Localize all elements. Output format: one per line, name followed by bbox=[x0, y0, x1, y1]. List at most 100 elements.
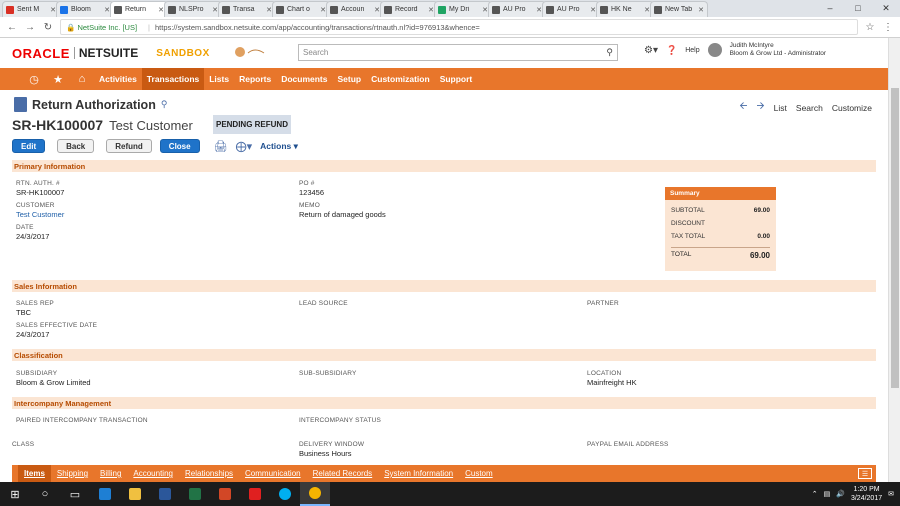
subtab-shipping[interactable]: Shipping bbox=[51, 465, 94, 482]
recent-records-icon[interactable]: ⚙▾ bbox=[644, 45, 658, 56]
skype-icon[interactable] bbox=[270, 482, 300, 506]
user-menu[interactable]: Judith McIntyre Bloom & Grow Ltd - Admin… bbox=[730, 42, 826, 58]
url-field[interactable]: 🔒 NetSuite Inc. [US] | https://system.sa… bbox=[60, 19, 858, 35]
browser-tab[interactable]: AU Pro ✕ bbox=[542, 1, 600, 17]
file-explorer-icon[interactable] bbox=[120, 482, 150, 506]
search-link[interactable]: Search bbox=[796, 103, 823, 113]
windows-start-icon[interactable]: ⊞ bbox=[0, 482, 30, 506]
search-icon[interactable]: ⚲ bbox=[606, 47, 613, 58]
browser-tab[interactable]: Bloom ✕ bbox=[56, 1, 114, 17]
tray-arrow-icon[interactable]: ⌃ bbox=[812, 490, 818, 498]
site-identity: 🔒 NetSuite Inc. [US] bbox=[66, 22, 138, 32]
forward-arrow-icon[interactable]: → bbox=[24, 22, 36, 33]
browser-tab[interactable]: My Dri ✕ bbox=[434, 1, 492, 17]
customize-link[interactable]: Customize bbox=[832, 103, 872, 113]
menu-item-activities[interactable]: Activities bbox=[94, 68, 142, 90]
subtab-custom[interactable]: Custom bbox=[459, 465, 499, 482]
section-primary-information[interactable]: Primary Information bbox=[12, 160, 876, 172]
edge-icon[interactable] bbox=[90, 482, 120, 506]
tab-favicon-icon bbox=[60, 5, 68, 14]
user-avatar[interactable] bbox=[707, 43, 722, 57]
next-record-icon[interactable]: 🡪 bbox=[757, 99, 765, 116]
powerpoint-icon[interactable] bbox=[210, 482, 240, 506]
global-search-input[interactable]: Search ⚲ bbox=[298, 44, 618, 61]
section-classification[interactable]: Classification bbox=[12, 349, 876, 361]
menu-item-transactions[interactable]: Transactions bbox=[141, 68, 205, 90]
word-icon[interactable] bbox=[150, 482, 180, 506]
task-view-icon[interactable]: ▭ bbox=[60, 482, 90, 506]
close-button[interactable]: Close bbox=[159, 139, 200, 153]
tab-favicon-icon bbox=[168, 5, 176, 14]
volume-icon[interactable]: 🔊 bbox=[836, 490, 845, 498]
list-link[interactable]: List bbox=[774, 103, 787, 113]
menu-item-setup[interactable]: Setup bbox=[333, 68, 367, 90]
back-button[interactable]: Back bbox=[57, 139, 95, 153]
menu-item-lists[interactable]: Lists bbox=[204, 68, 234, 90]
menu-item-documents[interactable]: Documents bbox=[276, 68, 332, 90]
chrome-icon[interactable] bbox=[300, 482, 330, 506]
close-tab-icon[interactable]: ✕ bbox=[698, 6, 704, 14]
notifications-icon[interactable]: ✉ bbox=[888, 490, 894, 498]
browser-tab[interactable]: Accoun ✕ bbox=[326, 1, 384, 17]
browser-tab[interactable]: HK Ne ✕ bbox=[596, 1, 654, 17]
favorites-star-icon[interactable]: ★ bbox=[46, 73, 70, 86]
search-icon[interactable]: ○ bbox=[30, 482, 60, 506]
customer-link[interactable]: Test Customer bbox=[16, 210, 64, 219]
bookmark-star-icon[interactable]: ☆ bbox=[864, 22, 876, 33]
page-scrollbar[interactable] bbox=[888, 38, 900, 482]
field-partner: PARTNER bbox=[587, 300, 619, 307]
browser-tab[interactable]: Return ✕ bbox=[110, 1, 168, 17]
actions-menu[interactable]: Actions ▾ bbox=[260, 141, 298, 152]
subtab-items[interactable]: Items bbox=[18, 465, 51, 482]
subtab-billing[interactable]: Billing bbox=[94, 465, 127, 482]
back-arrow-icon[interactable]: ← bbox=[6, 22, 18, 33]
print-icon[interactable]: 🖨 bbox=[214, 140, 228, 153]
page-title: Return Authorization bbox=[32, 97, 156, 112]
menu-item-customization[interactable]: Customization bbox=[366, 68, 435, 90]
browser-tab-label: Sent M bbox=[17, 6, 40, 13]
minimize-icon[interactable]: – bbox=[816, 0, 844, 16]
excel-icon[interactable] bbox=[180, 482, 210, 506]
network-icon[interactable]: ▤ bbox=[824, 490, 831, 498]
browser-tab-label: Transa bbox=[233, 6, 255, 13]
address-bar: ← → ↻ 🔒 NetSuite Inc. [US] | https://sys… bbox=[0, 17, 900, 38]
subtab-relationships[interactable]: Relationships bbox=[179, 465, 239, 482]
menu-item-reports[interactable]: Reports bbox=[234, 68, 276, 90]
maximize-icon[interactable]: □ bbox=[844, 0, 872, 16]
reload-icon[interactable]: ↻ bbox=[42, 22, 54, 33]
browser-tab[interactable]: Sent M ✕ bbox=[2, 1, 60, 17]
section-intercompany-management[interactable]: Intercompany Management bbox=[12, 397, 876, 409]
subtab-system-information[interactable]: System Information bbox=[378, 465, 459, 482]
field-paypal-email: PAYPAL EMAIL ADDRESS bbox=[587, 441, 669, 448]
record-navigation: 🡨 🡪 List Search Customize bbox=[739, 99, 872, 116]
section-sales-information[interactable]: Sales Information bbox=[12, 280, 876, 292]
field-lead-source: LEAD SOURCE bbox=[299, 300, 348, 307]
home-icon[interactable]: ⌂ bbox=[70, 73, 94, 85]
subtab-accounting[interactable]: Accounting bbox=[127, 465, 179, 482]
browser-tab[interactable]: Transa ✕ bbox=[218, 1, 276, 17]
new-record-icon[interactable]: ⨁▾ bbox=[236, 140, 253, 153]
menu-item-support[interactable]: Support bbox=[435, 68, 478, 90]
help-icon[interactable]: ❓ bbox=[666, 45, 677, 56]
subtab-menu-icon[interactable]: ☰ bbox=[858, 468, 872, 479]
acrobat-icon[interactable] bbox=[240, 482, 270, 506]
user-role: Bloom & Grow Ltd - Administrator bbox=[729, 50, 827, 57]
help-link[interactable]: Help bbox=[685, 47, 699, 54]
clock[interactable]: 1:20 PM 3/24/2017 bbox=[851, 485, 882, 503]
search-records-icon[interactable]: ⚲ bbox=[161, 99, 168, 110]
close-window-icon[interactable]: ✕ bbox=[872, 0, 900, 16]
edit-button[interactable]: Edit bbox=[12, 139, 46, 153]
browser-menu-icon[interactable]: ⋮ bbox=[882, 22, 894, 33]
subtab-related-records[interactable]: Related Records bbox=[307, 465, 379, 482]
browser-tab[interactable]: AU Pro ✕ bbox=[488, 1, 546, 17]
browser-tab[interactable]: Chart o ✕ bbox=[272, 1, 330, 17]
refund-button[interactable]: Refund bbox=[106, 139, 152, 153]
summary-tax-total: TAX TOTAL 0.00 bbox=[671, 233, 770, 240]
field-delivery-window: DELIVERY WINDOW Business Hours bbox=[299, 441, 365, 458]
browser-tab[interactable]: New Tab ✕ bbox=[650, 1, 708, 17]
browser-tab[interactable]: Record ✕ bbox=[380, 1, 438, 17]
browser-tab[interactable]: NLSPro ✕ bbox=[164, 1, 222, 17]
recent-icon[interactable]: ◷ bbox=[22, 73, 46, 86]
previous-record-icon[interactable]: 🡨 bbox=[739, 99, 747, 116]
subtab-communication[interactable]: Communication bbox=[239, 465, 307, 482]
